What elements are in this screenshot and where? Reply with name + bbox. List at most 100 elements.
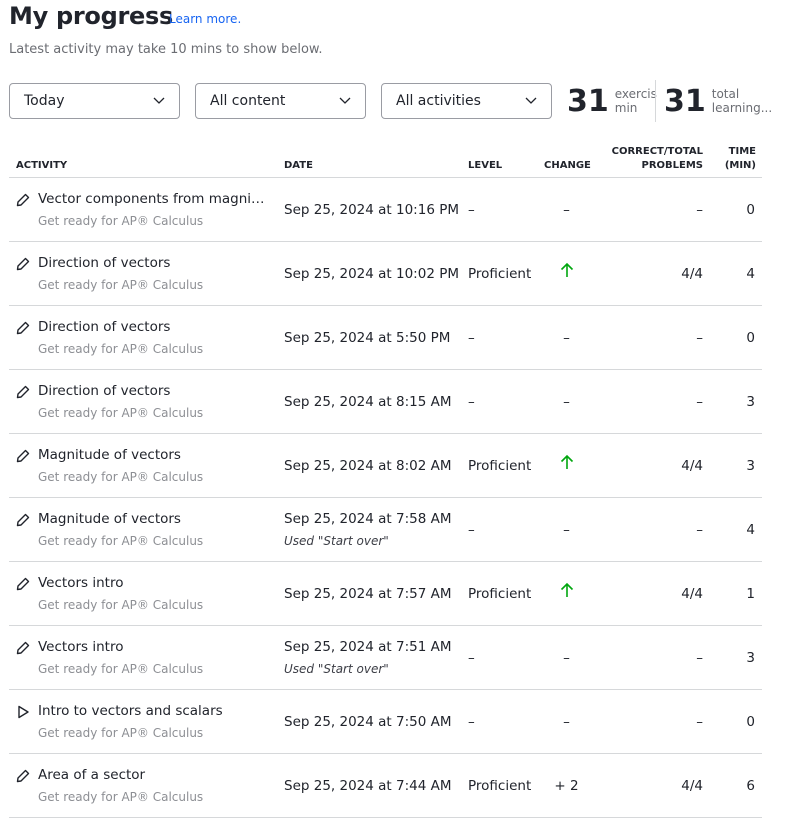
activity-correct-total: 4/4 (681, 458, 703, 474)
activity-date: Sep 25, 2024 at 8:15 AM (284, 394, 452, 410)
activity-correct-total: – (696, 330, 703, 346)
arrow-up-icon (534, 582, 599, 602)
activity-date: Sep 25, 2024 at 7:50 AM (284, 714, 452, 730)
activity-title[interactable]: Magnitude of vectors (38, 511, 268, 527)
activity-course: Get ready for AP® Calculus (38, 726, 204, 740)
row-divider (9, 817, 762, 818)
activity-time: 4 (746, 266, 755, 282)
activity-time: 0 (746, 330, 755, 346)
activity-title[interactable]: Magnitude of vectors (38, 447, 268, 463)
activity-time: 4 (746, 522, 755, 538)
activity-correct-total: – (696, 650, 703, 666)
activity-title[interactable]: Direction of vectors (38, 319, 268, 335)
column-header-change: CHANGE (544, 160, 591, 171)
activity-course: Get ready for AP® Calculus (38, 406, 204, 420)
activity-change: – (563, 522, 570, 538)
activity-title[interactable]: Direction of vectors (38, 255, 268, 271)
pencil-icon (16, 321, 30, 335)
activity-level: – (468, 202, 475, 218)
pencil-icon (16, 577, 30, 591)
activity-correct-total: 4/4 (681, 266, 703, 282)
column-header-correct: CORRECT/TOTAL PROBLEMS (612, 145, 703, 173)
activity-change: – (563, 330, 570, 346)
divider (655, 80, 656, 122)
table-row[interactable]: Vectors intro Get ready for AP® Calculus S… (9, 562, 762, 626)
activity-date: Sep 25, 2024 at 7:57 AM (284, 586, 452, 602)
activity-title[interactable]: Vectors intro (38, 575, 268, 591)
chevron-down-icon (153, 97, 165, 104)
activity-correct-total: – (696, 394, 703, 410)
activity-correct-total: – (696, 522, 703, 538)
activity-date: Sep 25, 2024 at 10:16 PM (284, 202, 459, 218)
activity-course: Get ready for AP® Calculus (38, 342, 204, 356)
pencil-icon (16, 385, 30, 399)
activity-change: + 2 (554, 778, 579, 794)
header-line: TIME (728, 146, 756, 157)
activity-course: Get ready for AP® Calculus (38, 534, 204, 548)
table-row[interactable]: Direction of vectors Get ready for AP® Ca… (9, 306, 762, 370)
activity-title[interactable]: Vectors intro (38, 639, 268, 655)
activity-level: – (468, 394, 475, 410)
pencil-icon (16, 449, 30, 463)
activity-title[interactable]: Area of a sector (38, 767, 268, 783)
activity-level: – (468, 522, 475, 538)
column-header-time: TIME (MIN) (725, 145, 756, 173)
chevron-down-icon (339, 97, 351, 104)
activity-change: – (563, 202, 570, 218)
activity-course: Get ready for AP® Calculus (38, 278, 204, 292)
play-icon (16, 705, 30, 719)
activity-correct-total: – (696, 202, 703, 218)
activity-level: Proficient (468, 458, 532, 474)
activity-change: – (563, 650, 570, 666)
activity-time: 1 (746, 586, 755, 602)
header-line: (MIN) (724, 160, 756, 171)
content-dropdown[interactable]: All content (195, 83, 366, 119)
activity-time: 0 (746, 714, 755, 730)
activity-change: – (563, 394, 570, 410)
activity-correct-total: 4/4 (681, 586, 703, 602)
activity-level: – (468, 330, 475, 346)
stat-label: min (614, 101, 638, 115)
activity-level: Proficient (468, 586, 532, 602)
activity-time: 3 (746, 458, 755, 474)
activity-time: 3 (746, 394, 755, 410)
stat-label: exercise (614, 87, 657, 101)
activities-dropdown[interactable]: All activities (381, 83, 552, 119)
activity-time: 6 (746, 778, 755, 794)
table-row[interactable]: Direction of vectors Get ready for AP® Ca… (9, 242, 762, 306)
activity-date: Sep 25, 2024 at 8:02 AM (284, 458, 452, 474)
column-header-date: DATE (284, 160, 313, 171)
activity-note: Used "Start over" (284, 534, 389, 548)
activity-change: – (563, 714, 570, 730)
learn-more-link[interactable]: Learn more. (169, 12, 241, 26)
table-row[interactable]: Area of a sector Get ready for AP® Calcul… (9, 754, 762, 818)
activity-course: Get ready for AP® Calculus (38, 598, 204, 612)
page-title: My progress (9, 2, 173, 30)
activity-date: Sep 25, 2024 at 7:58 AM (284, 511, 452, 527)
activity-title[interactable]: Vector components from magnitude and dir… (38, 191, 268, 207)
total-learning-stat: 31 total learning... (664, 83, 772, 119)
activity-title[interactable]: Intro to vectors and scalars (38, 703, 268, 719)
chevron-down-icon (525, 97, 537, 104)
pencil-icon (16, 769, 30, 783)
activity-date: Sep 25, 2024 at 7:44 AM (284, 778, 452, 794)
table-row[interactable]: Magnitude of vectors Get ready for AP® Ca… (9, 434, 762, 498)
pencil-icon (16, 193, 30, 207)
table-row[interactable]: Vector components from magnitude and dir… (9, 178, 762, 242)
activity-time: 3 (746, 650, 755, 666)
activity-title[interactable]: Direction of vectors (38, 383, 268, 399)
date-range-dropdown[interactable]: Today (9, 83, 180, 119)
table-row[interactable]: Magnitude of vectors Get ready for AP® Ca… (9, 498, 762, 562)
pencil-icon (16, 257, 30, 271)
dropdown-value: All content (210, 93, 286, 109)
table-row[interactable]: Direction of vectors Get ready for AP® Ca… (9, 370, 762, 434)
stat-value: 31 (567, 83, 609, 119)
stat-label: total (711, 87, 740, 101)
exercise-minutes-stat: 31 exercisemin (567, 83, 657, 119)
pencil-icon (16, 513, 30, 527)
activity-level: – (468, 714, 475, 730)
table-row[interactable]: Intro to vectors and scalars Get ready fo… (9, 690, 762, 754)
table-row[interactable]: Vectors intro Get ready for AP® Calculus S… (9, 626, 762, 690)
dropdown-value: Today (24, 93, 65, 109)
pencil-icon (16, 641, 30, 655)
